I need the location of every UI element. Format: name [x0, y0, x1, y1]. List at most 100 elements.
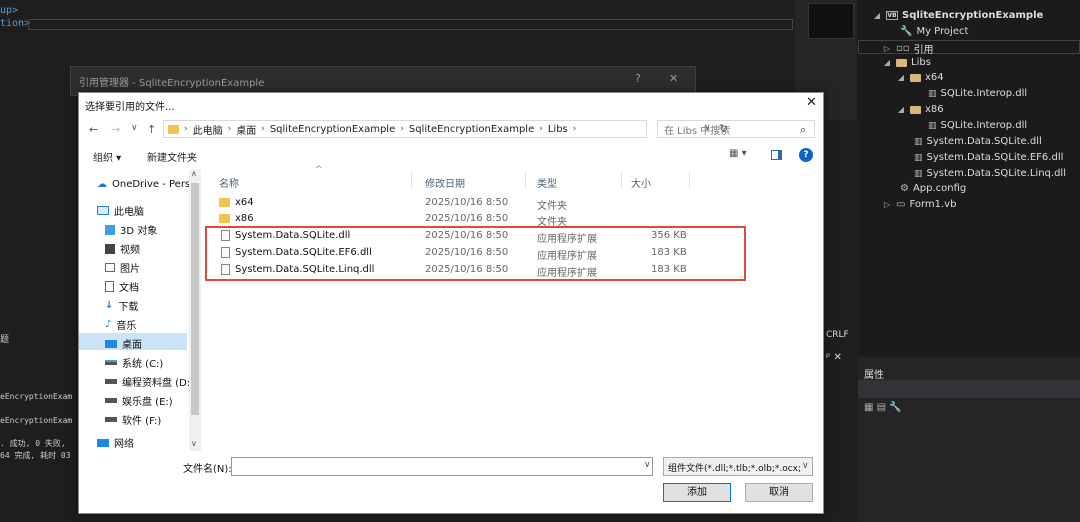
nav-item-label: 3D 对象 — [120, 226, 158, 237]
sol-file[interactable]: ▥ SQLite.Interop.dll — [928, 88, 1027, 99]
nav-item-pictures[interactable]: 图片 — [105, 260, 140, 275]
sol-libs[interactable]: ◢ Libs — [882, 57, 931, 68]
file-type-filter[interactable]: 组件文件(*.dll;*.tlb;*.olb;*.ocx; ∨ — [663, 457, 813, 476]
cube-icon — [105, 224, 115, 235]
file-type: 文件夹 — [537, 201, 567, 212]
nav-item-onedrive[interactable]: ☁ OneDrive - Pers — [97, 179, 190, 190]
sol-x86[interactable]: ◢ x86 — [896, 104, 944, 115]
help-button[interactable]: ? — [635, 72, 641, 85]
video-icon — [105, 243, 115, 254]
chevron-right-icon[interactable]: › — [400, 124, 404, 134]
sol-file[interactable]: ▷ ▭ Form1.vb — [882, 199, 957, 210]
chevron-down-icon[interactable]: ∨ — [802, 461, 809, 471]
column-divider[interactable] — [621, 171, 622, 189]
nav-item-music[interactable]: ♪ 音乐 — [105, 317, 136, 332]
close-button[interactable]: ✕ — [669, 72, 678, 85]
expand-arrow-icon[interactable]: ◢ — [882, 58, 892, 67]
file-row[interactable]: x86 2025/10/16 8:50 文件夹 — [215, 211, 735, 228]
column-divider[interactable] — [525, 171, 526, 189]
column-header-date[interactable]: 修改日期 — [425, 175, 465, 190]
nav-item-drive-d[interactable]: 编程资料盘 (D:) — [105, 374, 194, 389]
scroll-up-icon[interactable]: ∧ — [191, 169, 197, 178]
file-row[interactable]: x64 2025/10/16 8:50 文件夹 — [215, 195, 735, 212]
breadcrumb-item[interactable]: SqliteEncryptionExample — [270, 124, 395, 135]
expand-arrow-icon[interactable]: ◢ — [896, 105, 906, 114]
help-icon[interactable]: ? — [799, 148, 813, 162]
expand-arrow-icon[interactable]: ▷ — [882, 44, 892, 53]
sol-item-label: System.Data.SQLite.Linq.dll — [926, 168, 1066, 179]
nav-item-downloads[interactable]: ↓ 下载 — [105, 298, 138, 313]
sol-file[interactable]: ▥ System.Data.SQLite.Linq.dll — [914, 168, 1066, 179]
up-arrow-icon[interactable]: ↑ — [147, 123, 156, 136]
nav-item-video[interactable]: 视频 — [105, 241, 140, 256]
references-icon: ▫▫ — [896, 43, 910, 54]
nav-item-3d[interactable]: 3D 对象 — [105, 222, 157, 237]
search-input[interactable]: 在 Libs 中搜索 ⌕ — [657, 120, 815, 138]
file-list: ^ 名称 修改日期 类型 大小 x64 2025/10/16 8:50 文件夹 … — [203, 165, 825, 451]
new-folder-button[interactable]: 新建文件夹 — [147, 149, 197, 164]
nav-item-drive-f[interactable]: 软件 (F:) — [105, 412, 161, 427]
sol-my-project[interactable]: 🔧 My Project — [900, 26, 968, 37]
nav-item-drive-e[interactable]: 娱乐盘 (E:) — [105, 393, 173, 408]
breadcrumb-item[interactable]: 此电脑 — [193, 122, 223, 137]
sol-item-label: System.Data.SQLite.dll — [926, 136, 1042, 147]
chevron-right-icon[interactable]: › — [539, 124, 543, 134]
chevron-right-icon[interactable]: › — [261, 124, 265, 134]
scroll-down-icon[interactable]: ∨ — [191, 439, 197, 448]
sol-file[interactable]: ▥ SQLite.Interop.dll — [928, 120, 1027, 131]
nav-item-desktop[interactable]: 桌面 — [105, 336, 142, 351]
sol-file[interactable]: ▥ System.Data.SQLite.dll — [914, 136, 1042, 147]
navigation-bar: ← → ∨ ↑ › 此电脑 › 桌面 › SqliteEncryptionExa… — [79, 115, 825, 145]
column-header-name[interactable]: 名称 — [219, 175, 239, 190]
nav-item-this-pc[interactable]: 此电脑 — [97, 203, 144, 218]
column-divider[interactable] — [689, 171, 690, 189]
breadcrumb-item[interactable]: 桌面 — [236, 122, 256, 137]
cloud-icon: ☁ — [97, 179, 107, 190]
vb-project-icon: VB — [886, 11, 898, 20]
pin-close-icon[interactable]: ᵖ ✕ — [826, 352, 842, 363]
window-title: 引用管理器 - SqliteEncryptionExample — [79, 78, 265, 89]
chevron-right-icon[interactable]: › — [573, 124, 577, 134]
preview-pane-icon[interactable] — [771, 150, 782, 160]
chevron-down-icon[interactable]: ∨ — [644, 460, 651, 470]
address-bar[interactable]: › 此电脑 › 桌面 › SqliteEncryptionExample › S… — [163, 120, 728, 138]
close-button[interactable]: ✕ — [806, 95, 817, 110]
sol-file[interactable]: ⚙ App.config — [900, 183, 966, 194]
breadcrumb-item[interactable]: Libs — [548, 124, 568, 135]
file-name: x64 — [235, 197, 254, 208]
column-header-size[interactable]: 大小 — [631, 175, 651, 190]
recent-dropdown-icon[interactable]: ∨ — [131, 123, 138, 133]
column-divider[interactable] — [411, 171, 412, 189]
sol-project[interactable]: ◢ VB SqliteEncryptionExample — [872, 10, 1043, 21]
breadcrumb-item[interactable]: SqliteEncryptionExample — [409, 124, 534, 135]
sol-x64[interactable]: ◢ x64 — [896, 72, 944, 83]
chevron-right-icon[interactable]: › — [184, 124, 188, 134]
expand-arrow-icon[interactable]: ◢ — [896, 73, 906, 82]
search-icon[interactable]: ⌕ — [800, 123, 806, 137]
chevron-right-icon[interactable]: › — [228, 124, 232, 134]
organize-button[interactable]: 组织 ▾ — [93, 149, 121, 164]
column-header-type[interactable]: 类型 — [537, 175, 557, 190]
expand-arrow-icon[interactable]: ▷ — [882, 200, 892, 209]
forward-arrow-icon[interactable]: → — [111, 123, 120, 136]
sol-references[interactable]: ▷ ▫▫ 引用 — [882, 41, 934, 56]
cancel-button[interactable]: 取消 — [745, 483, 813, 502]
properties-selector[interactable] — [858, 380, 1080, 398]
sol-item-label: App.config — [912, 183, 967, 194]
back-arrow-icon[interactable]: ← — [89, 123, 98, 136]
view-options-icon[interactable]: ▦ ▾ — [729, 148, 747, 159]
add-button[interactable]: 添加 — [663, 483, 731, 502]
expand-arrow-icon[interactable]: ◢ — [872, 11, 882, 20]
wrench-icon: 🔧 — [900, 26, 913, 37]
line-ending-indicator[interactable]: CRLF — [826, 330, 856, 344]
music-icon: ♪ — [105, 319, 112, 330]
nav-item-drive-c[interactable]: 系统 (C:) — [105, 355, 163, 370]
properties-toolbar-icons[interactable]: ▦ ▤ 🔧 — [864, 402, 902, 413]
nav-item-documents[interactable]: 文档 — [105, 279, 139, 294]
file-dialog: 选择要引用的文件... ✕ ← → ∨ ↑ › 此电脑 › 桌面 › Sqlit… — [78, 92, 824, 514]
nav-item-network[interactable]: 网络 — [97, 435, 134, 450]
sol-file[interactable]: ▥ System.Data.SQLite.EF6.dll — [914, 152, 1063, 163]
nav-scrollbar-thumb[interactable] — [191, 183, 199, 415]
filename-input[interactable]: ∨ — [231, 457, 653, 476]
folder-icon — [168, 124, 179, 134]
